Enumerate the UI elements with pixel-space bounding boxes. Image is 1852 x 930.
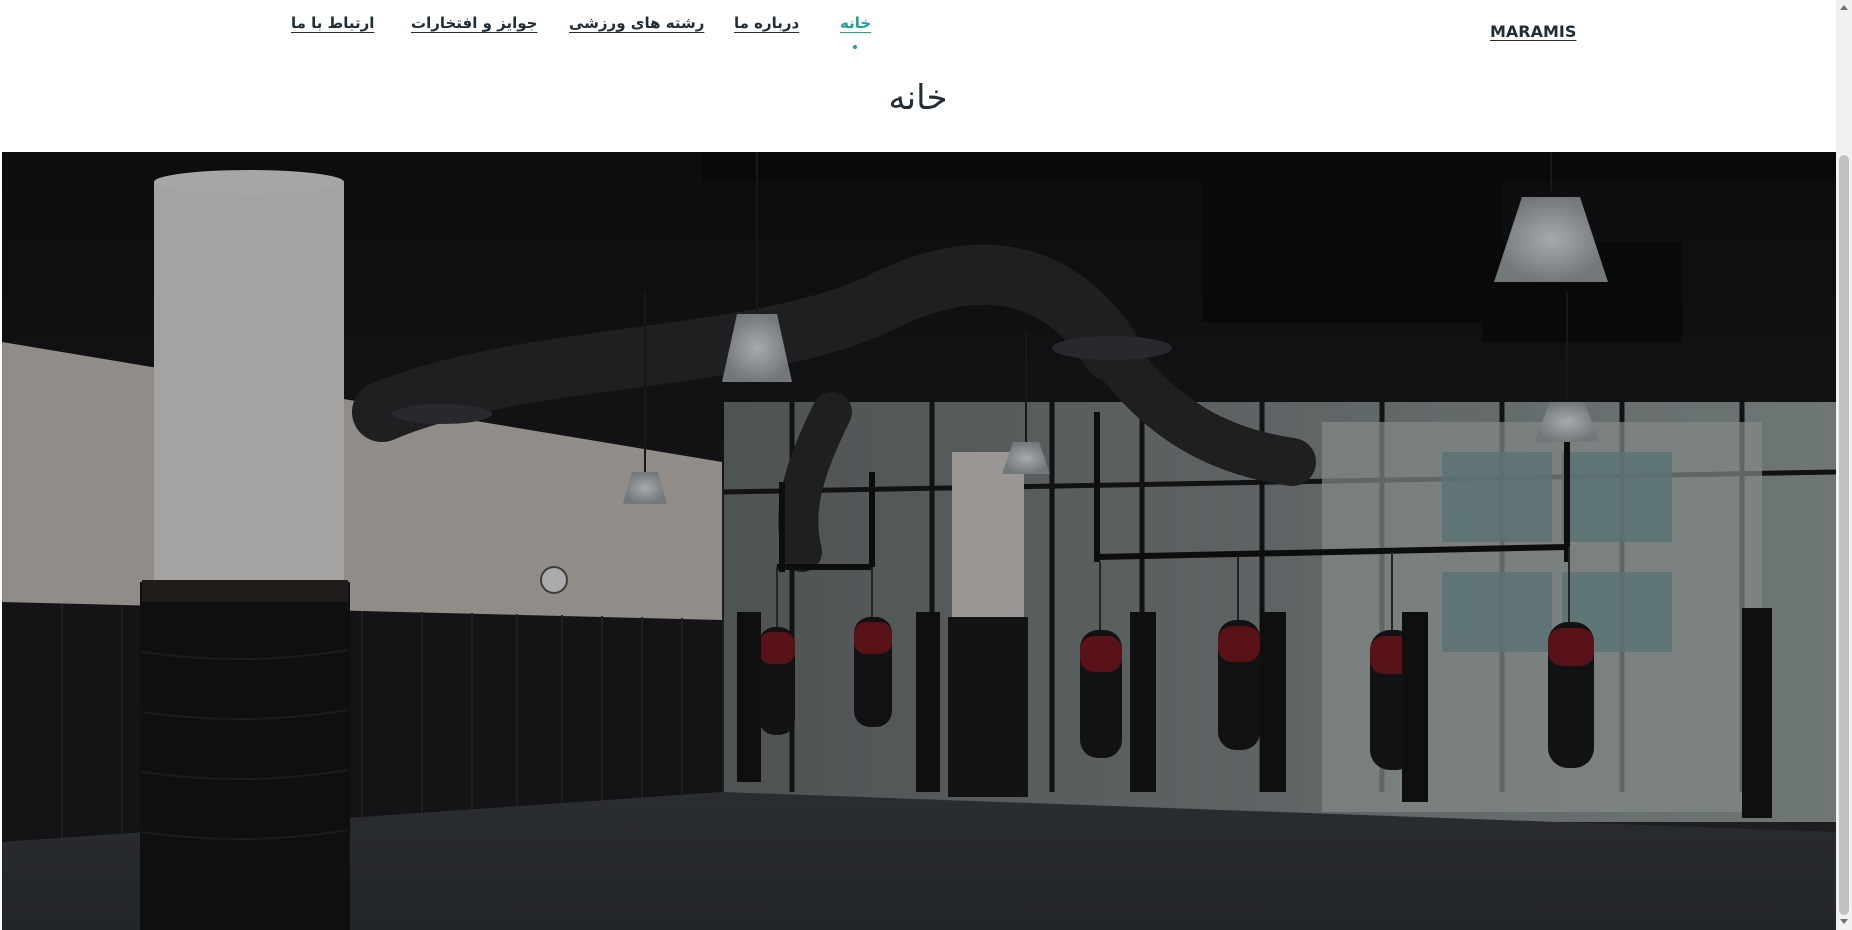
page-root: MARAMIS خانه درباره ما رشته های ورزشی جو… (0, 0, 1852, 930)
nav-item-about[interactable]: درباره ما (734, 14, 799, 44)
page-title: خانه (888, 78, 948, 118)
site-logo-link[interactable]: MARAMIS (1490, 22, 1576, 41)
scroll-down-icon[interactable] (1840, 919, 1848, 924)
nav-item-awards[interactable]: جوایز و افتخارات (411, 14, 537, 44)
nav-item-contact[interactable]: ارتباط با ما (291, 14, 374, 44)
site-header: MARAMIS خانه درباره ما رشته های ورزشی جو… (0, 0, 1836, 152)
scroll-up-icon[interactable] (1840, 5, 1848, 10)
active-indicator-dot (853, 45, 857, 49)
gym-interior-illustration (2, 152, 1836, 930)
scrollbar-thumb[interactable] (1839, 155, 1849, 915)
nav-item-home[interactable]: خانه (840, 14, 871, 44)
nav-item-sports[interactable]: رشته های ورزشی (569, 14, 704, 44)
hero-image (2, 152, 1836, 930)
